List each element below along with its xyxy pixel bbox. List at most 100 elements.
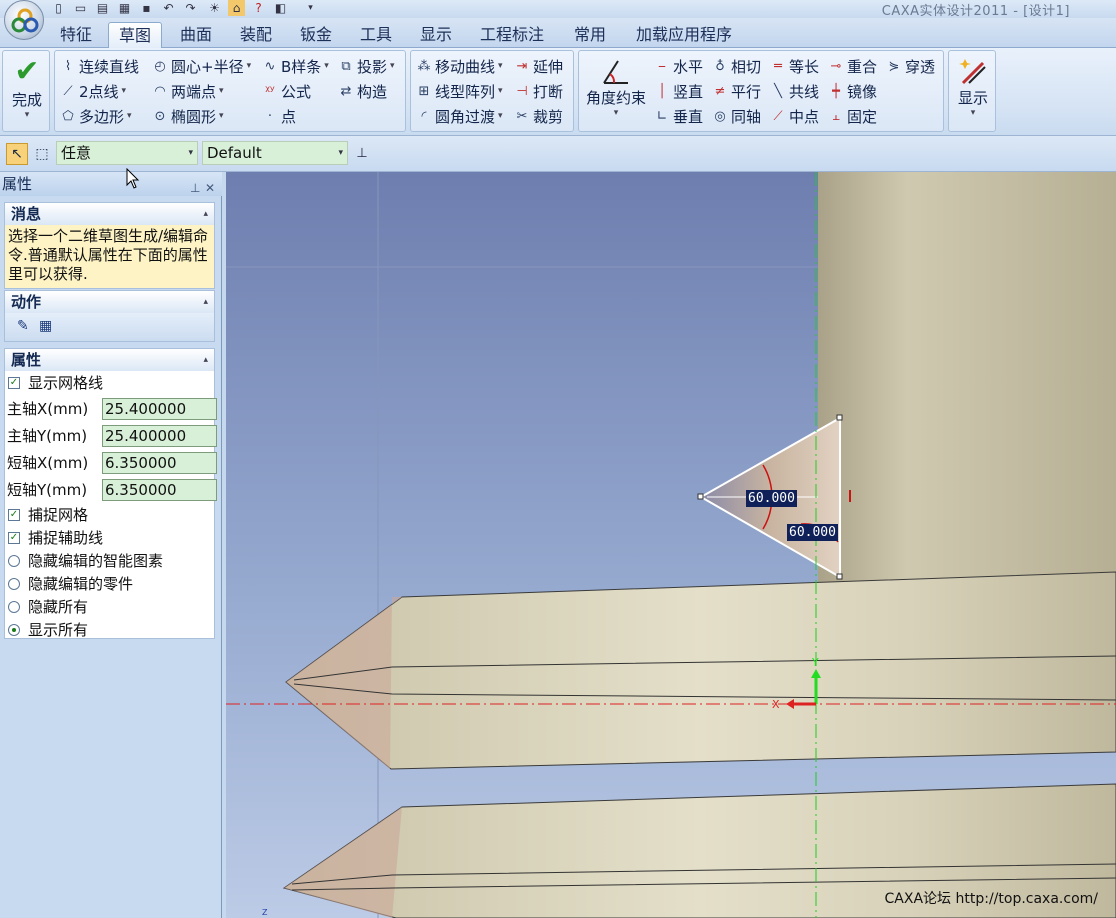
angle-constraint-button[interactable]: 角度约束 ▾ xyxy=(583,55,649,118)
concentric-constraint-button[interactable]: ◎ 同轴 xyxy=(711,105,761,127)
circle-center-radius-button[interactable]: ◴ 圆心+半径 ▾ xyxy=(151,55,251,77)
forum-watermark: CAXA论坛 http://top.caxa.com/ xyxy=(884,891,1098,907)
angle-dimension-2[interactable]: 60.000 xyxy=(787,524,838,541)
midpoint-constraint-button[interactable]: ⟋ 中点 xyxy=(769,105,819,127)
close-icon[interactable]: ✕ xyxy=(205,176,215,200)
projection-button[interactable]: ⧉ 投影 ▾ xyxy=(337,55,394,77)
hierarchy-icon[interactable]: ⊥ xyxy=(352,143,372,163)
vertical-constraint-button[interactable]: │ 竖直 xyxy=(653,80,703,102)
help-icon[interactable]: ? xyxy=(250,0,267,16)
constraints-group: 角度约束 ▾ ⎯ 水平 ♁ 相切 ═ 等长 ⊸ 重合 ⋟ 穿透 │ 竖直 ≠ 平行 ╲ 共线 ┿… xyxy=(578,50,944,132)
tangent-constraint-button[interactable]: ♁ 相切 xyxy=(711,55,761,77)
hide-all-radio[interactable] xyxy=(8,601,20,613)
select-box-icon[interactable]: ⬚ xyxy=(31,143,53,165)
undo-icon[interactable]: ↶ xyxy=(160,0,177,16)
horizontal-constraint-button[interactable]: ⎯ 水平 xyxy=(653,55,703,77)
two-point-line-button[interactable]: ⟋ 2点线 ▾ xyxy=(59,80,126,102)
finish-button[interactable]: ✔ 完成 ▾ xyxy=(7,55,47,121)
snap-guides-checkbox[interactable]: ✓ xyxy=(8,532,20,544)
show-grid-checkbox[interactable]: ✓ xyxy=(8,377,20,389)
tab-engineering-annotation[interactable]: 工程标注 xyxy=(470,22,554,48)
tab-sheet-metal[interactable]: 钣金 xyxy=(290,22,342,48)
quick-access-dropdown-icon[interactable]: ▾ xyxy=(302,0,319,16)
display-button[interactable]: 显示 ▾ xyxy=(953,55,993,118)
redo-icon[interactable]: ↷ xyxy=(182,0,199,16)
tab-assembly[interactable]: 装配 xyxy=(230,22,282,48)
trim-button[interactable]: ✂ 裁剪 xyxy=(513,105,563,127)
equal-length-constraint-button[interactable]: ═ 等长 xyxy=(769,55,819,77)
save-icon[interactable]: ▪ xyxy=(138,0,155,16)
linear-pattern-button[interactable]: ⊞ 线型阵列 ▾ xyxy=(415,80,503,102)
snap-guides-row[interactable]: ✓ 捕捉辅助线 xyxy=(5,527,214,549)
tab-display[interactable]: 显示 xyxy=(410,22,462,48)
upper-cylinder-part[interactable] xyxy=(285,571,1116,770)
extend-button[interactable]: ⇥ 延伸 xyxy=(513,55,563,77)
collapse-icon[interactable]: ▴ xyxy=(203,203,208,225)
design-viewport[interactable]: 60.000 60.000 Y X Z CAXA论坛 http://top.ca… xyxy=(226,172,1116,918)
collinear-constraint-button[interactable]: ╲ 共线 xyxy=(769,80,819,102)
hide-edited-parts-radio[interactable] xyxy=(8,578,20,590)
mirror-constraint-button[interactable]: ┿ 镜像 xyxy=(827,80,877,102)
snap-grid-row[interactable]: ✓ 捕捉网格 xyxy=(5,504,214,526)
tab-tools[interactable]: 工具 xyxy=(350,22,402,48)
polyline-button[interactable]: ⌇ 连续直线 xyxy=(59,55,139,77)
message-section-header[interactable]: 消息 ▴ xyxy=(5,203,214,225)
tab-sketch[interactable]: 草图 xyxy=(108,22,163,48)
major-y-field[interactable]: 25.400000 xyxy=(102,425,217,447)
two-endpoint-arc-button[interactable]: ◠ 两端点 ▾ xyxy=(151,80,223,102)
tab-surface[interactable]: 曲面 xyxy=(170,22,222,48)
hide-edited-smart-elements-radio[interactable] xyxy=(8,555,20,567)
perpendicular-constraint-button[interactable]: ∟ 垂直 xyxy=(653,105,703,127)
show-all-row[interactable]: 显示所有 xyxy=(5,619,214,641)
ribbon-tab-bar: 特征 草图 曲面 装配 钣金 工具 显示 工程标注 常用 加载应用程序 xyxy=(0,18,1116,48)
minor-y-field[interactable]: 6.350000 xyxy=(102,479,217,501)
selection-filter-select[interactable]: 任意 ▾ xyxy=(56,141,198,165)
hide-all-row[interactable]: 隐藏所有 xyxy=(5,596,214,618)
minor-x-field[interactable]: 6.350000 xyxy=(102,452,217,474)
show-grid-row[interactable]: ✓ 显示网格线 xyxy=(5,372,214,394)
new-file-icon[interactable]: ▯ xyxy=(50,0,67,16)
tab-features[interactable]: 特征 xyxy=(50,22,102,48)
major-x-field[interactable]: 25.400000 xyxy=(102,398,217,420)
polygon-button[interactable]: ⬠ 多边形 ▾ xyxy=(59,105,131,127)
properties-section-header[interactable]: 属性 ▴ xyxy=(5,349,214,371)
show-all-radio[interactable] xyxy=(8,624,20,636)
parallel-constraint-button[interactable]: ≠ 平行 xyxy=(711,80,761,102)
action-section-header[interactable]: 动作 ▴ xyxy=(5,291,214,313)
angle-dimension-1[interactable]: 60.000 xyxy=(746,490,797,507)
coincident-constraint-button[interactable]: ⊸ 重合 xyxy=(827,55,877,77)
sketch-vertex[interactable] xyxy=(697,493,704,500)
fixed-constraint-button[interactable]: ⫠ 固定 xyxy=(827,105,877,127)
sketch-settings-icon[interactable]: ▦ xyxy=(39,318,52,334)
design-mode-icon[interactable]: ⌂ xyxy=(228,0,245,16)
light-icon[interactable]: ☀ xyxy=(206,0,223,16)
snap-grid-checkbox[interactable]: ✓ xyxy=(8,509,20,521)
hide-edited-parts-row[interactable]: 隐藏编辑的零件 xyxy=(5,573,214,595)
tab-common[interactable]: 常用 xyxy=(564,22,616,48)
fillet-button[interactable]: ◜ 圆角过渡 ▾ xyxy=(415,105,502,127)
options-icon[interactable]: ◧ xyxy=(272,0,289,16)
block-part[interactable] xyxy=(818,172,1116,592)
import-icon[interactable]: ▤ xyxy=(94,0,111,16)
ellipse-button[interactable]: ⊙ 椭圆形 ▾ xyxy=(151,105,224,127)
collapse-icon[interactable]: ▴ xyxy=(203,349,208,371)
sketch-vertex[interactable] xyxy=(836,573,843,580)
sketch-vertex[interactable] xyxy=(836,414,843,421)
construct-button[interactable]: ⇄ 构造 xyxy=(337,80,387,102)
hide-edited-smart-elements-row[interactable]: 隐藏编辑的智能图素 xyxy=(5,550,214,572)
collapse-icon[interactable]: ▴ xyxy=(203,291,208,313)
open-file-icon[interactable]: ▭ xyxy=(72,0,89,16)
formula-button[interactable]: ᵡʸ 公式 xyxy=(261,80,311,102)
move-curve-button[interactable]: ⁂ 移动曲线 ▾ xyxy=(415,55,503,77)
select-arrow-icon[interactable]: ↖ xyxy=(6,143,28,165)
point-button[interactable]: · 点 xyxy=(261,105,296,127)
pierce-constraint-button[interactable]: ⋟ 穿透 xyxy=(885,55,935,77)
pin-icon[interactable]: ⊥ xyxy=(190,176,200,200)
style-select[interactable]: Default ▾ xyxy=(202,141,348,165)
bspline-button[interactable]: ∿ B样条 ▾ xyxy=(261,55,329,77)
print-icon[interactable]: ▦ xyxy=(116,0,133,16)
break-button[interactable]: ⊣ 打断 xyxy=(513,80,563,102)
edit-sketch-icon[interactable]: ✎ xyxy=(17,318,29,334)
app-menu-button[interactable] xyxy=(4,0,44,40)
tab-load-applications[interactable]: 加载应用程序 xyxy=(626,22,742,48)
